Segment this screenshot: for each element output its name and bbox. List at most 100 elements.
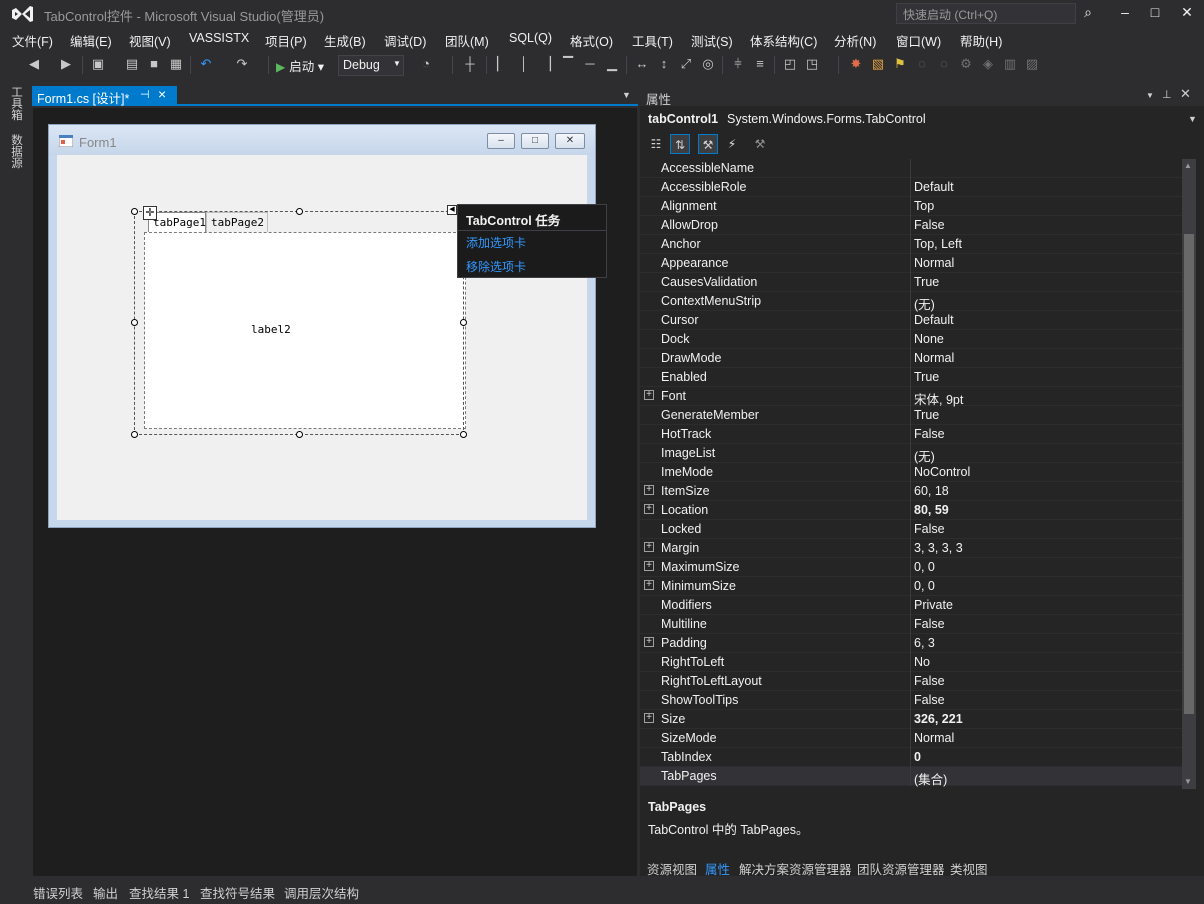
property-row[interactable]: Cursor Default	[640, 311, 1182, 330]
resize-handle[interactable]	[131, 319, 138, 326]
tab-order-icon[interactable]: ✸	[848, 56, 864, 72]
menu-build[interactable]: 生成(B)	[324, 31, 366, 50]
resize-handle[interactable]	[460, 431, 467, 438]
property-value[interactable]: Top	[914, 199, 934, 213]
make-same-size-icon[interactable]: ⤢	[678, 56, 694, 72]
property-value[interactable]: True	[914, 408, 939, 422]
object-selector[interactable]: tabControl1 System.Windows.Forms.TabCont…	[640, 108, 1204, 130]
tab-find-symbol-results[interactable]: 查找符号结果	[200, 883, 275, 902]
property-value[interactable]: 0, 0	[914, 579, 935, 593]
maximize-button[interactable]: □	[1140, 2, 1170, 24]
property-row[interactable]: Dock None	[640, 330, 1182, 349]
property-value[interactable]: Normal	[914, 256, 954, 270]
menu-vassistx[interactable]: VASSISTX	[189, 31, 249, 45]
expand-icon[interactable]: +	[644, 390, 654, 400]
solution-config-select[interactable]: Debug ▼	[338, 55, 404, 76]
resize-handle[interactable]	[131, 431, 138, 438]
open-file-icon[interactable]: ▤	[124, 56, 140, 72]
scroll-down-icon[interactable]: ▼	[1184, 777, 1192, 786]
property-value[interactable]: Top, Left	[914, 237, 962, 251]
menu-sql[interactable]: SQL(Q)	[509, 31, 552, 45]
property-row[interactable]: + Location 80, 59	[640, 501, 1182, 520]
property-row[interactable]: + Font 宋体, 9pt	[640, 387, 1182, 407]
property-value[interactable]: False	[914, 617, 945, 631]
pin-icon[interactable]: ⊣	[140, 88, 150, 101]
pin-icon[interactable]: ⊥	[1162, 88, 1172, 101]
property-row[interactable]: CausesValidation True	[640, 273, 1182, 292]
property-value[interactable]: 6, 3	[914, 636, 935, 650]
property-row[interactable]: DrawMode Normal	[640, 349, 1182, 368]
property-row[interactable]: + MinimumSize 0, 0	[640, 577, 1182, 596]
quick-launch-input[interactable]: 快速启动 (Ctrl+Q)	[896, 3, 1076, 24]
property-value[interactable]: Normal	[914, 731, 954, 745]
vertical-spacing-icon[interactable]: ≡	[752, 56, 768, 72]
tab-class-view[interactable]: 类视图	[950, 859, 988, 878]
align-center-icon[interactable]: │	[516, 56, 532, 72]
tab-output[interactable]: 输出	[93, 883, 118, 902]
menu-debug[interactable]: 调试(D)	[384, 31, 426, 50]
property-grid-scrollbar[interactable]: ▲ ▼	[1182, 159, 1196, 789]
property-value[interactable]: 326, 221	[914, 712, 963, 726]
close-icon[interactable]: ✕	[1180, 86, 1191, 102]
search-icon[interactable]: ⌕	[1078, 4, 1098, 24]
events-icon[interactable]: ⚡	[722, 134, 742, 154]
tab-properties[interactable]: 属性	[705, 859, 730, 878]
menu-analyze[interactable]: 分析(N)	[834, 31, 876, 50]
property-pages-icon[interactable]: ⚒	[750, 134, 770, 154]
property-row[interactable]: + Size 326, 221	[640, 710, 1182, 729]
tab-error-list[interactable]: 错误列表	[33, 883, 83, 902]
chevron-down-icon[interactable]: ▼	[622, 90, 631, 100]
redo-icon[interactable]: ↷	[234, 56, 250, 72]
close-icon[interactable]: ×	[158, 86, 166, 102]
property-row[interactable]: RightToLeftLayout False	[640, 672, 1182, 691]
chevron-down-icon[interactable]: ▼	[1146, 91, 1154, 100]
expand-icon[interactable]: +	[644, 542, 654, 552]
align-right-icon[interactable]: ▕	[538, 56, 554, 72]
scroll-up-icon[interactable]: ▲	[1184, 161, 1192, 170]
expand-icon[interactable]: +	[644, 637, 654, 647]
menu-help[interactable]: 帮助(H)	[960, 31, 1002, 50]
property-row[interactable]: + MaximumSize 0, 0	[640, 558, 1182, 577]
properties-icon[interactable]: ⚒	[698, 134, 718, 154]
categorized-icon[interactable]: ☷	[646, 134, 666, 154]
datasource-tab[interactable]: 数据源	[6, 134, 22, 169]
expand-icon[interactable]: +	[644, 504, 654, 514]
menu-project[interactable]: 项目(P)	[265, 31, 307, 50]
resize-handle[interactable]	[296, 208, 303, 215]
align-left-icon[interactable]: ▏	[494, 56, 510, 72]
property-row[interactable]: Modifiers Private	[640, 596, 1182, 615]
align-middle-icon[interactable]: ─	[582, 56, 598, 72]
align-top-icon[interactable]: ▔	[560, 56, 576, 72]
resize-handle[interactable]	[460, 319, 467, 326]
property-row[interactable]: TabPages (集合)	[640, 767, 1182, 788]
property-row[interactable]: RightToLeft No	[640, 653, 1182, 672]
property-value[interactable]: (集合)	[914, 769, 947, 788]
property-value[interactable]: False	[914, 218, 945, 232]
back-icon[interactable]: ◀	[26, 56, 42, 72]
add-tab-link[interactable]: 添加选项卡	[466, 234, 526, 251]
menu-view[interactable]: 视图(V)	[129, 31, 171, 50]
menu-file[interactable]: 文件(F)	[12, 31, 53, 50]
property-value[interactable]: Default	[914, 180, 954, 194]
property-row[interactable]: Anchor Top, Left	[640, 235, 1182, 254]
property-row[interactable]: Locked False	[640, 520, 1182, 539]
menu-architecture[interactable]: 体系结构(C)	[750, 31, 817, 50]
expand-icon[interactable]: +	[644, 580, 654, 590]
tab-call-hierarchy[interactable]: 调用层次结构	[284, 883, 359, 902]
property-row[interactable]: SizeMode Normal	[640, 729, 1182, 748]
find-icon[interactable]: ◔	[418, 56, 434, 72]
resize-handle[interactable]	[131, 208, 138, 215]
property-row[interactable]: Appearance Normal	[640, 254, 1182, 273]
make-same-height-icon[interactable]: ↕	[656, 56, 672, 72]
save-all-icon[interactable]: ▦	[168, 56, 184, 72]
property-row[interactable]: Enabled True	[640, 368, 1182, 387]
tab-resource-view[interactable]: 资源视图	[647, 859, 697, 878]
menu-format[interactable]: 格式(O)	[570, 31, 613, 50]
expand-icon[interactable]: +	[644, 561, 654, 571]
menu-tools[interactable]: 工具(T)	[632, 31, 673, 50]
minimize-button[interactable]: –	[1110, 2, 1140, 24]
property-row[interactable]: GenerateMember True	[640, 406, 1182, 425]
new-project-icon[interactable]: ▣	[90, 56, 106, 72]
property-row[interactable]: Multiline False	[640, 615, 1182, 634]
lock-controls-icon[interactable]: ▧	[870, 56, 886, 72]
